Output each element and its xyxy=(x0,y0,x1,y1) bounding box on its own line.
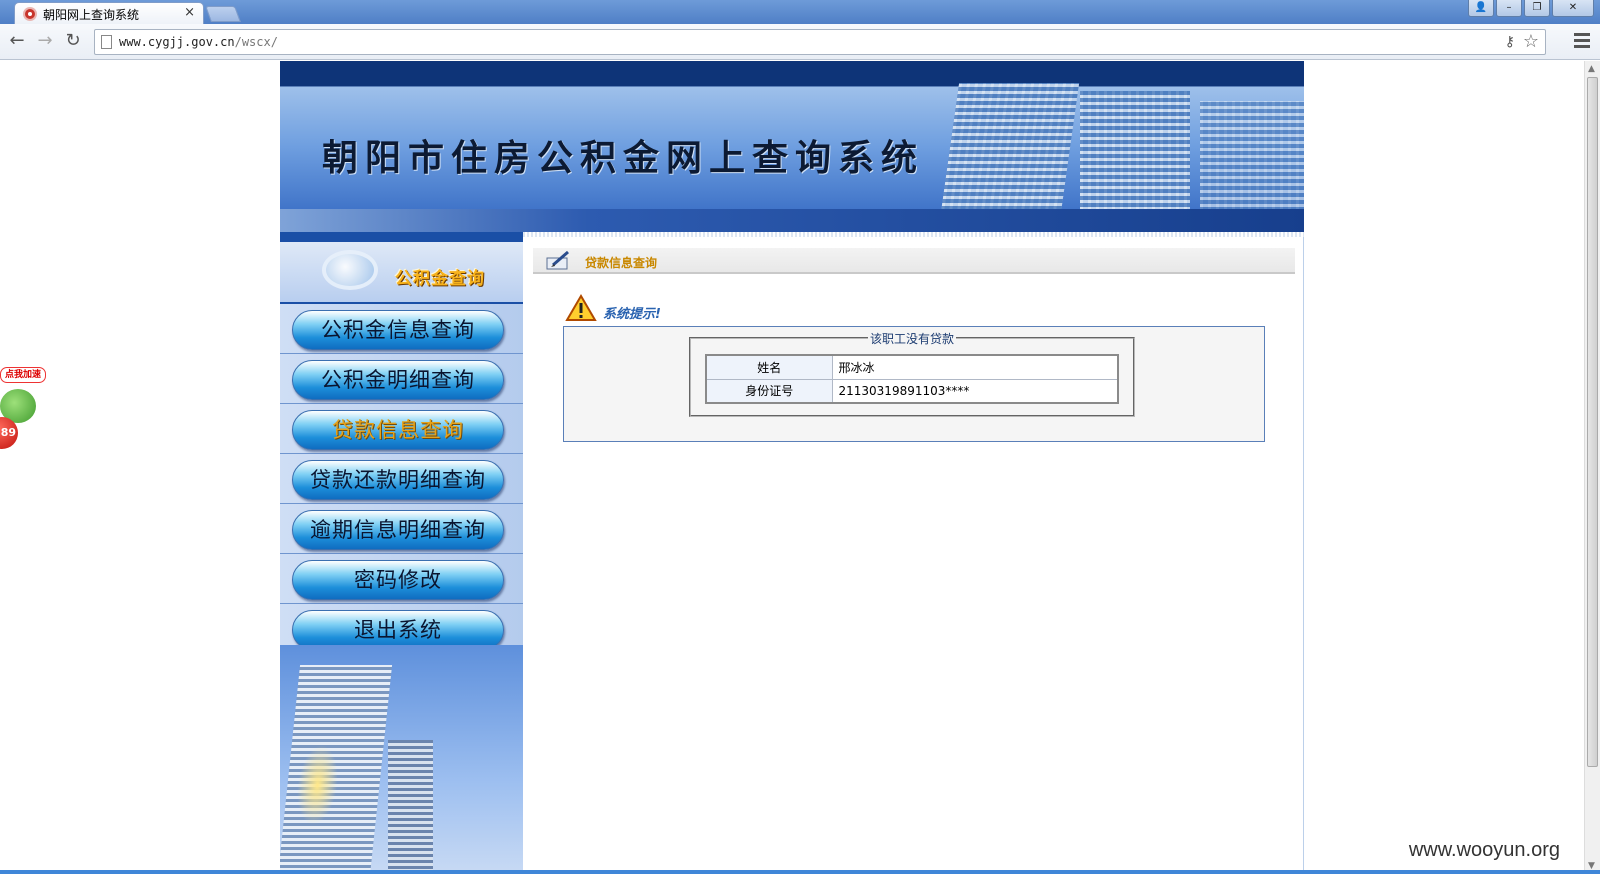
banner-top-strip xyxy=(280,61,1304,86)
vertical-scrollbar[interactable]: ▲ ▼ xyxy=(1584,61,1600,874)
menu-item-label[interactable]: 逾期信息明细查询 xyxy=(292,510,504,550)
table-row: 身份证号 21130319891103**** xyxy=(705,378,1119,404)
taskbar-strip xyxy=(0,870,1600,874)
key-icon[interactable]: ⚷ xyxy=(1505,34,1515,50)
menu-item-fund-detail[interactable]: 公积金明细查询 xyxy=(280,354,523,404)
new-tab-button[interactable] xyxy=(205,6,241,22)
site-favicon-icon xyxy=(23,7,37,21)
restore-button[interactable]: ❐ xyxy=(1524,0,1550,17)
window-controls: 👤 – ❐ ✕ xyxy=(1468,0,1594,17)
browser-tab[interactable]: 朝阳网上查询系统 × xyxy=(14,2,204,24)
name-value: 邢冰冰 xyxy=(831,354,1119,380)
address-bar[interactable]: www.cygjj.gov.cn/wscx/ ⚷ ☆ xyxy=(94,29,1546,55)
name-label: 姓名 xyxy=(705,354,833,380)
notice-box: 该职工没有贷款 姓名 邢冰冰 身份证号 21130319891103**** xyxy=(563,326,1265,442)
id-label: 身份证号 xyxy=(705,378,833,404)
scroll-up-icon[interactable]: ▲ xyxy=(1588,64,1595,74)
browser-menu-icon[interactable] xyxy=(1574,33,1590,49)
menu-item-change-password[interactable]: 密码修改 xyxy=(280,554,523,604)
site-title: 朝阳市住房公积金网上查询系统 xyxy=(322,137,925,179)
sidebar-building-photo xyxy=(280,645,523,874)
tab-title: 朝阳网上查询系统 xyxy=(43,8,140,22)
bookmark-star-icon[interactable]: ☆ xyxy=(1523,31,1539,52)
reload-icon[interactable]: ↻ xyxy=(62,31,84,53)
banner-building-icon xyxy=(940,83,1080,213)
employee-info-table: 姓名 邢冰冰 身份证号 21130319891103**** xyxy=(705,354,1119,404)
table-row: 姓名 邢冰冰 xyxy=(705,354,1119,380)
section-header: 贷款信息查询 xyxy=(533,248,1295,274)
content-top-line xyxy=(523,232,1304,237)
close-window-button[interactable]: ✕ xyxy=(1552,0,1594,17)
scrollbar-thumb[interactable] xyxy=(1587,77,1598,767)
watermark: www.wooyun.org xyxy=(1408,839,1560,861)
menu-item-fund-info[interactable]: 公积金信息查询 xyxy=(280,304,523,354)
menu-item-repayment-detail[interactable]: 贷款还款明细查询 xyxy=(280,454,523,504)
menu-item-label[interactable]: 贷款还款明细查询 xyxy=(292,460,504,500)
site-banner: 朝阳市住房公积金网上查询系统 xyxy=(280,61,1304,232)
banner-building-icon xyxy=(1200,101,1304,221)
id-value: 21130319891103**** xyxy=(831,378,1119,404)
menu-item-label[interactable]: 公积金明细查询 xyxy=(292,360,504,400)
browser-toolbar: ← → ↻ www.cygjj.gov.cn/wscx/ ⚷ ☆ xyxy=(0,24,1600,60)
banner-bottom-strip xyxy=(280,209,1304,232)
address-url[interactable]: www.cygjj.gov.cn/wscx/ xyxy=(119,35,278,49)
minimize-button[interactable]: – xyxy=(1496,0,1522,17)
section-title: 贷款信息查询 xyxy=(585,256,658,270)
warning-icon xyxy=(565,294,597,321)
main-content: 贷款信息查询 系统提示! 该职工没有贷款 姓名 邢冰冰 身份证号 2113031… xyxy=(523,232,1304,874)
pencil-icon xyxy=(546,250,569,270)
forward-arrow-icon[interactable]: → xyxy=(34,31,56,53)
title-bar: 朝阳网上查询系统 × 👤 – ❐ ✕ xyxy=(0,0,1600,24)
back-arrow-icon[interactable]: ← xyxy=(6,31,28,53)
menu-item-label[interactable]: 公积金信息查询 xyxy=(292,310,504,350)
menu-item-overdue-detail[interactable]: 逾期信息明细查询 xyxy=(280,504,523,554)
sidebar-header: 公积金查询 xyxy=(280,232,523,304)
banner-building-icon xyxy=(1080,91,1190,217)
system-notice-title: 系统提示! xyxy=(603,307,661,322)
sidebar-header-label: 公积金查询 xyxy=(395,269,485,289)
loan-status-fieldset: 该职工没有贷款 姓名 邢冰冰 身份证号 21130319891103**** xyxy=(689,330,1135,417)
profile-icon[interactable]: 👤 xyxy=(1468,0,1494,17)
speed-boost-bubble[interactable]: 点我加速 xyxy=(0,367,46,383)
speed-boost-widget[interactable]: 点我加速 89 xyxy=(0,367,50,477)
menu-item-label[interactable]: 密码修改 xyxy=(292,560,504,600)
menu-item-label[interactable]: 退出系统 xyxy=(292,610,504,650)
menu-item-loan-info[interactable]: 贷款信息查询 xyxy=(280,404,523,454)
sidebar: 公积金查询 公积金信息查询 公积金明细查询 贷款信息查询 贷款还款明细查询 逾期… xyxy=(280,232,523,874)
page-icon xyxy=(101,35,112,49)
magnifier-icon xyxy=(322,250,378,290)
tab-close-icon[interactable]: × xyxy=(184,5,195,20)
sidebar-menu: 公积金信息查询 公积金明细查询 贷款信息查询 贷款还款明细查询 逾期信息明细查询… xyxy=(280,304,523,654)
site-container: 朝阳市住房公积金网上查询系统 公积金查询 公积金信息查询 公积金明细查询 贷款信… xyxy=(280,61,1304,874)
page-viewport: 点我加速 89 朝阳市住房公积金网上查询系统 公积金查询 公积金信息查询 公积金… xyxy=(0,61,1600,874)
menu-item-label[interactable]: 贷款信息查询 xyxy=(292,410,504,450)
loan-status-legend: 该职工没有贷款 xyxy=(867,330,957,347)
